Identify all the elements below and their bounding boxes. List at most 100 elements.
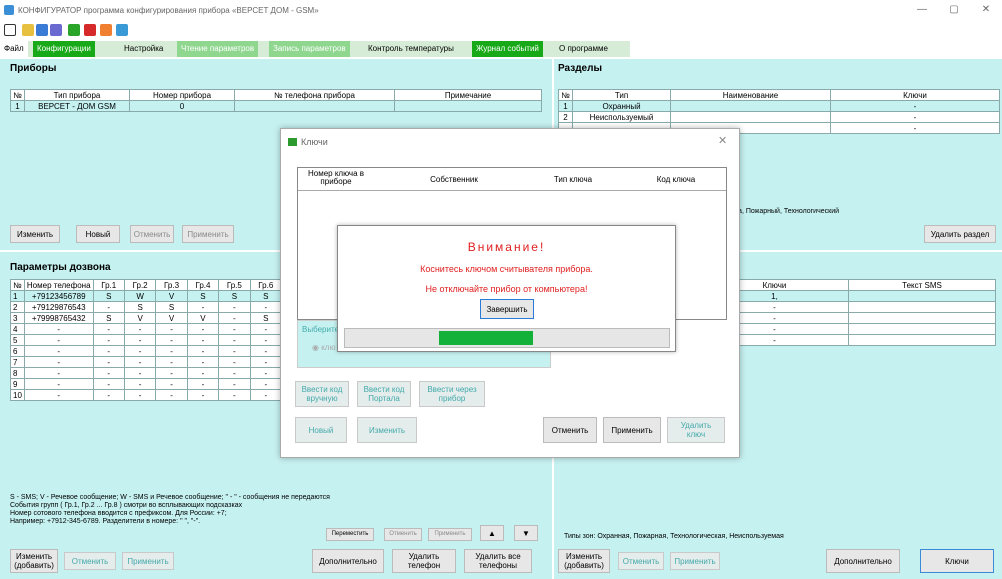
alert-dialog: Внимание! Коснитесь ключом считывателя п… <box>337 225 676 352</box>
delete-phone-button[interactable]: Удалить телефон <box>392 549 456 573</box>
devices-table: № Тип прибора Номер прибора № телефона п… <box>10 89 542 112</box>
menu-temperature[interactable]: Контроль температуры <box>364 41 458 57</box>
edit-key-button[interactable]: Изменить <box>357 417 417 443</box>
table-row[interactable]: 6------- <box>10 345 283 357</box>
menu-write-params[interactable]: Запись параметров <box>269 41 350 57</box>
table-row[interactable]: 10- - - - - - - <box>10 389 283 401</box>
cancel-sms-button[interactable]: Отменить <box>618 552 664 570</box>
table-row[interactable]: 7------- <box>10 356 283 368</box>
dialog-close-icon[interactable]: ✕ <box>718 134 727 147</box>
table-row[interactable]: 2 Неиспользуемый - <box>558 111 1000 123</box>
column-header[interactable]: Гр.2 <box>123 279 157 291</box>
menu-about[interactable]: О программе <box>555 41 612 57</box>
delete-all-phones-button[interactable]: Удалить все телефоны <box>464 549 532 573</box>
close-button[interactable]: ✕ <box>976 4 996 18</box>
move-down-icon[interactable]: ▼ <box>514 525 538 541</box>
cancel-device-button[interactable]: Отменить <box>130 225 174 243</box>
column-header[interactable]: Гр.1 <box>92 279 125 291</box>
apply-small-button[interactable]: Применить <box>428 528 472 541</box>
table-row[interactable]: - <box>700 312 996 324</box>
column-header[interactable]: Тип ключа <box>528 175 618 184</box>
move-up-icon[interactable]: ▲ <box>480 525 504 541</box>
down-arrow-icon[interactable] <box>84 24 96 36</box>
window-title: КОНФИГУРАТОР программа конфигурирования … <box>18 6 319 15</box>
table-row[interactable]: 1 ВЕРСЕТ - ДОМ GSM 0 <box>10 100 542 112</box>
column-header[interactable]: Ключи <box>830 89 1000 101</box>
cancel-small-button[interactable]: Отменить <box>384 528 422 541</box>
more-button[interactable]: Дополнительно <box>312 549 384 573</box>
apply-key-button[interactable]: Применить <box>603 417 661 443</box>
column-header[interactable]: № <box>558 89 573 101</box>
column-header[interactable]: Гр.5 <box>218 279 251 291</box>
column-header[interactable]: Тип прибора <box>24 89 130 101</box>
edit-add-phone-button[interactable]: Изменить (добавить) <box>10 549 58 573</box>
apply-sms-button[interactable]: Применить <box>670 552 720 570</box>
delete-key-button[interactable]: Удалить ключ <box>667 417 725 443</box>
column-header[interactable]: Наименование <box>670 89 831 101</box>
table-row[interactable]: 1 Охранный - <box>558 100 1000 112</box>
menu-read-params[interactable]: Чтение параметров <box>177 41 259 57</box>
finish-button[interactable]: Завершить <box>480 299 534 319</box>
key-radio-button[interactable]: ◉ клю <box>312 343 335 352</box>
menu-settings[interactable]: Настройка <box>120 41 168 57</box>
table-row[interactable]: 1 +79123456789 S W V S S S <box>10 290 283 302</box>
apply-device-button[interactable]: Применить <box>182 225 234 243</box>
table-row[interactable]: 2 +79129876543- S S - - - <box>10 301 283 313</box>
cancel-key-button[interactable]: Отменить <box>543 417 597 443</box>
table-row[interactable]: 3 +79998765432 S V V V - S <box>10 312 283 324</box>
move-button[interactable]: Переместить <box>326 528 374 541</box>
column-header[interactable]: Номер прибора <box>129 89 235 101</box>
zone-types-note: Типы зон: Охранная, Пожарная, Технологич… <box>564 533 784 540</box>
table-row[interactable]: - <box>700 323 996 335</box>
enter-via-device-button[interactable]: Ввести через прибор <box>419 381 485 407</box>
enter-code-manual-button[interactable]: Ввести код вручную <box>295 381 349 407</box>
new-device-button[interactable]: Новый <box>76 225 120 243</box>
column-header[interactable]: Код ключа <box>628 175 724 184</box>
edit-device-button[interactable]: Изменить <box>10 225 60 243</box>
enter-code-portal-button[interactable]: Ввести код Портала <box>357 381 411 407</box>
menu-file[interactable]: Файл <box>0 41 28 57</box>
delete-section-button[interactable]: Удалить раздел <box>924 225 996 243</box>
up-arrow-icon[interactable] <box>68 24 80 36</box>
progress-fill <box>439 331 533 345</box>
devices-title: Приборы <box>10 63 57 74</box>
column-header[interactable]: № <box>10 279 25 291</box>
column-header[interactable]: № <box>10 89 25 101</box>
maximize-button[interactable]: ▢ <box>944 4 964 18</box>
column-header[interactable]: Текст SMS <box>848 279 996 291</box>
menu-event-log[interactable]: Журнал событий <box>472 41 543 57</box>
table-row[interactable]: 1, <box>700 290 996 302</box>
save-icon[interactable] <box>36 24 48 36</box>
menu-configurations[interactable]: Конфигурации <box>33 41 95 57</box>
keys-dialog-title: Ключи <box>301 137 328 147</box>
alert-message-1: Коснитесь ключом считывателя прибора. <box>420 264 593 274</box>
table-row[interactable]: - <box>700 301 996 313</box>
column-header[interactable]: Собственник <box>386 175 522 184</box>
column-header[interactable]: Гр.4 <box>186 279 220 291</box>
more-sms-button[interactable]: Дополнительно <box>826 549 900 573</box>
table-row[interactable]: 8------- <box>10 367 283 379</box>
edit-add-sms-button[interactable]: Изменить (добавить) <box>558 549 610 573</box>
new-file-icon[interactable] <box>4 24 16 36</box>
column-header[interactable]: Гр.3 <box>155 279 188 291</box>
apply-phone-button[interactable]: Применить <box>122 552 174 570</box>
new-key-button[interactable]: Новый <box>295 417 347 443</box>
export-icon[interactable] <box>100 24 112 36</box>
edit-icon[interactable] <box>50 24 62 36</box>
table-row[interactable]: 9------- <box>10 378 283 390</box>
column-header[interactable]: Номер ключа в приборе <box>304 170 368 186</box>
column-header[interactable]: Тип <box>572 89 671 101</box>
column-header[interactable]: № телефона прибора <box>234 89 395 101</box>
column-header[interactable]: Номер телефона <box>23 279 94 291</box>
cancel-phone-button[interactable]: Отменить <box>64 552 116 570</box>
column-header[interactable]: Примечание <box>394 89 542 101</box>
open-icon[interactable] <box>22 24 34 36</box>
table-row[interactable]: 4------- <box>10 323 283 335</box>
minimize-button[interactable]: — <box>912 4 932 18</box>
column-header[interactable]: Гр.6 <box>249 279 283 291</box>
table-row[interactable]: - <box>700 334 996 346</box>
book-icon[interactable] <box>116 24 128 36</box>
sms-table: Ключи Текст SMS 1, - - - - <box>700 279 996 346</box>
keys-button[interactable]: Ключи <box>920 549 994 573</box>
table-row[interactable]: 5------- <box>10 334 283 346</box>
